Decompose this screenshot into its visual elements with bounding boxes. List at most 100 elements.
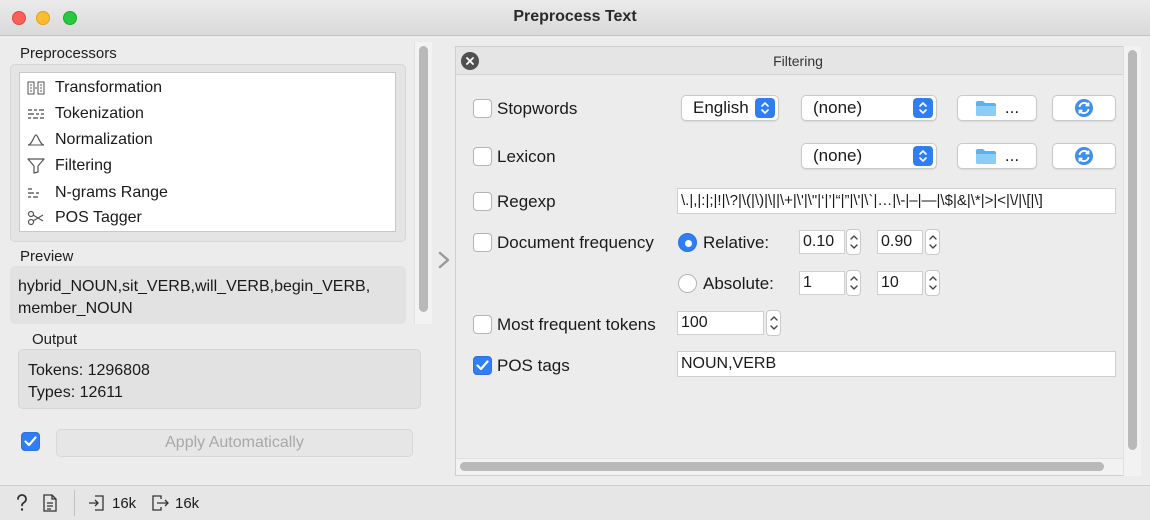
stepper-arrows-icon: [770, 316, 778, 330]
preprocessor-item-tokenization[interactable]: Tokenization: [26, 103, 144, 125]
stopwords-file-value: (none): [813, 98, 863, 117]
document-frequency-checkbox[interactable]: [473, 233, 492, 252]
updown-chevron-icon: [755, 98, 775, 118]
preview-box: hybrid_NOUN,sit_VERB,will_VERB,begin_VER…: [10, 266, 406, 324]
relative-min-stepper[interactable]: [846, 229, 861, 255]
pos-tags-label: POS tags: [497, 356, 570, 375]
report-icon[interactable]: [42, 494, 58, 512]
regexp-input[interactable]: \.|,|:|;|!|\?|\(|\)|\||\+|\'|\"|‘|’|“|”|…: [677, 188, 1116, 214]
right-horizontal-scrollbar[interactable]: [456, 458, 1123, 475]
input-icon: [89, 495, 104, 511]
stopwords-checkbox[interactable]: [473, 99, 492, 118]
output-tokens: Tokens: 1296808: [28, 362, 150, 379]
normalization-icon: [26, 131, 46, 149]
stopwords-label: Stopwords: [497, 99, 578, 118]
lexicon-file-select[interactable]: (none): [801, 143, 937, 169]
relative-max-stepper[interactable]: [925, 229, 940, 255]
left-scrollbar[interactable]: [414, 42, 432, 324]
preview-label: Preview: [20, 248, 74, 265]
folder-icon: [975, 148, 996, 164]
apply-automatically-checkbox[interactable]: [21, 432, 40, 451]
filtering-header: Filtering: [456, 47, 1140, 75]
preprocessor-item-filtering[interactable]: Filtering: [26, 155, 112, 177]
chevron-right-icon[interactable]: [436, 250, 452, 270]
absolute-max-stepper[interactable]: [925, 270, 940, 296]
preprocessor-item-ngrams[interactable]: N-grams Range: [26, 182, 168, 204]
preprocessor-label: Tokenization: [55, 105, 144, 122]
preprocessor-item-normalization[interactable]: Normalization: [26, 129, 153, 151]
preprocessor-label: Filtering: [55, 157, 112, 174]
preprocessors-list: Transformation Tokenization Normalizatio…: [19, 72, 396, 232]
most-frequent-tokens-checkbox[interactable]: [473, 315, 492, 334]
preprocessors-label: Preprocessors: [20, 45, 117, 62]
preprocessor-label: Transformation: [55, 79, 162, 96]
preprocessor-label: Normalization: [55, 131, 153, 148]
relative-label: Relative:: [703, 233, 770, 252]
filter-icon: [26, 157, 46, 175]
apply-button[interactable]: Apply Automatically: [56, 429, 413, 457]
lexicon-browse-button[interactable]: ...: [957, 143, 1037, 169]
input-summary[interactable]: 16k: [88, 494, 136, 512]
pos-tags-input[interactable]: NOUN,VERB: [677, 351, 1116, 377]
preprocessor-label: POS Tagger: [55, 209, 142, 226]
lexicon-file-value: (none): [813, 146, 863, 165]
reload-icon: [1075, 147, 1093, 165]
stepper-arrows-icon: [929, 235, 937, 249]
relative-max-input[interactable]: 0.90: [877, 230, 923, 254]
updown-chevron-icon: [913, 98, 933, 118]
output-summary[interactable]: 16k: [151, 494, 199, 512]
browse-dots: ...: [1004, 146, 1020, 165]
updown-chevron-icon: [913, 146, 933, 166]
output-types: Types: 12611: [28, 384, 123, 401]
status-bar: 16k 16k: [0, 485, 1150, 520]
stopwords-language-select[interactable]: English: [681, 95, 779, 121]
lexicon-label: Lexicon: [497, 147, 556, 166]
reload-icon: [1075, 99, 1093, 117]
absolute-label: Absolute:: [703, 274, 774, 293]
preview-text-line: member_NOUN: [18, 300, 133, 317]
absolute-max-input[interactable]: 10: [877, 271, 923, 295]
regexp-checkbox[interactable]: [473, 192, 492, 211]
browse-dots: ...: [1004, 98, 1020, 117]
pos-tags-checkbox[interactable]: [473, 356, 492, 375]
lexicon-checkbox[interactable]: [473, 147, 492, 166]
preprocessor-item-pos-tagger[interactable]: POS Tagger: [26, 207, 142, 229]
right-vertical-scrollbar-thumb[interactable]: [1128, 50, 1137, 450]
relative-radio[interactable]: [678, 233, 697, 252]
title-bar: Preprocess Text: [0, 0, 1150, 36]
folder-icon: [975, 100, 996, 116]
output-count: 16k: [175, 494, 200, 512]
preprocess-text-window: Preprocess Text Preprocessors Transforma…: [0, 0, 1150, 520]
stepper-arrows-icon: [929, 276, 937, 290]
stopwords-language-value: English: [693, 98, 749, 117]
filtering-title: Filtering: [773, 53, 823, 69]
stepper-arrows-icon: [850, 276, 858, 290]
absolute-min-stepper[interactable]: [846, 270, 861, 296]
checkmark-icon: [476, 360, 489, 371]
preprocessor-item-transformation[interactable]: Transformation: [26, 77, 162, 99]
ngrams-icon: [26, 184, 46, 202]
absolute-radio[interactable]: [678, 274, 697, 293]
stopwords-browse-button[interactable]: ...: [957, 95, 1037, 121]
regexp-value: \.|,|:|;|!|\?|\(|\)|\||\+|\'|\"|‘|’|“|”|…: [681, 192, 1043, 209]
stopwords-file-select[interactable]: (none): [801, 95, 937, 121]
relative-min-input[interactable]: 0.10: [799, 230, 845, 254]
most-frequent-tokens-stepper[interactable]: [766, 310, 781, 336]
stopwords-reload-button[interactable]: [1052, 95, 1116, 121]
most-frequent-tokens-input[interactable]: 100: [677, 311, 764, 335]
help-icon[interactable]: [14, 494, 30, 512]
most-frequent-tokens-label: Most frequent tokens: [497, 315, 656, 334]
regexp-label: Regexp: [497, 192, 556, 211]
output-box: Tokens: 1296808 Types: 12611: [18, 349, 421, 409]
output-label: Output: [32, 331, 78, 348]
tokenization-icon: [26, 105, 46, 123]
lexicon-reload-button[interactable]: [1052, 143, 1116, 169]
right-vertical-scrollbar[interactable]: [1123, 46, 1141, 476]
checkmark-icon: [24, 436, 37, 447]
stepper-arrows-icon: [850, 235, 858, 249]
preview-text-line: hybrid_NOUN,sit_VERB,will_VERB,begin_VER…: [18, 278, 371, 295]
absolute-min-input[interactable]: 1: [799, 271, 845, 295]
window-title: Preprocess Text: [513, 8, 637, 25]
left-scrollbar-thumb[interactable]: [419, 46, 428, 312]
right-horizontal-scrollbar-thumb[interactable]: [460, 462, 1104, 471]
